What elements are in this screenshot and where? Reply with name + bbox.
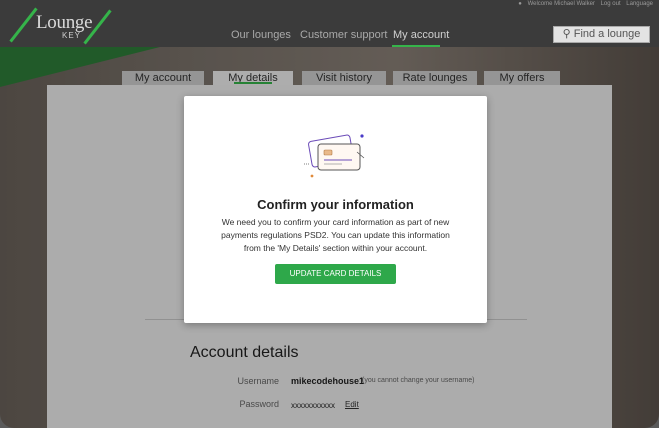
nav-active-indicator [392,45,440,47]
user-icon: ● [518,1,522,7]
app-window: Lounge KEY ● Welcome Michael Walker Log … [0,0,659,428]
logo-subtext: KEY [62,31,82,40]
find-lounge-button[interactable]: ⚲ Find a lounge [553,26,650,43]
language-link[interactable]: Language [626,1,653,7]
update-card-details-button[interactable]: UPDATE CARD DETAILS [275,264,396,284]
card-illustration-icon [304,134,365,178]
top-utility-bar: ● Welcome Michael Walker Log out Languag… [514,1,653,7]
nav-our-lounges[interactable]: Our lounges [231,29,291,41]
nav-my-account[interactable]: My account [393,29,449,41]
confirm-modal: Confirm your information We need you to … [184,96,487,323]
loungekey-logo[interactable]: Lounge KEY [9,7,124,45]
site-header: Lounge KEY ● Welcome Michael Walker Log … [0,0,659,47]
logout-link[interactable]: Log out [601,1,621,7]
nav-customer-support[interactable]: Customer support [300,29,387,41]
find-lounge-label: Find a lounge [573,28,641,40]
logo-slash-left [9,7,38,43]
welcome-text: Welcome Michael Walker [527,1,595,7]
search-icon: ⚲ [562,28,571,40]
modal-body: We need you to confirm your card informa… [221,217,450,253]
modal-title: Confirm your information [257,197,414,212]
